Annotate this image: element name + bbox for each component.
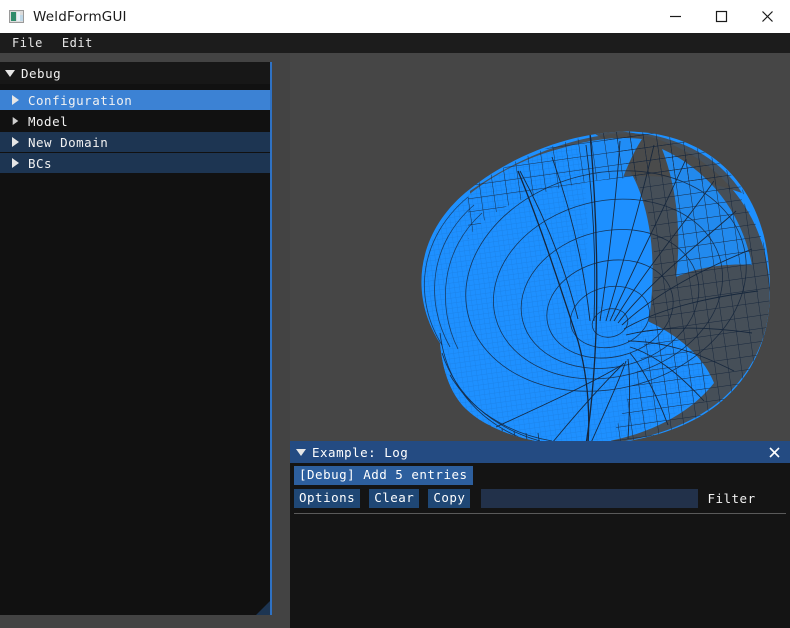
triangle-down-icon[interactable] — [296, 448, 306, 456]
triangle-right-icon[interactable] — [12, 137, 19, 147]
debug-panel[interactable]: Debug Configuration Model New Domain BCs — [0, 62, 272, 615]
log-window[interactable]: Example: Log [Debug] Add 5 entries Optio… — [290, 441, 790, 628]
sidebar-item-new-domain[interactable]: New Domain — [0, 132, 270, 152]
log-toolbar-row-top: [Debug] Add 5 entries — [294, 466, 786, 485]
resize-grip-icon[interactable] — [256, 601, 270, 615]
log-window-titlebar[interactable]: Example: Log — [290, 441, 790, 463]
clear-button[interactable]: Clear — [369, 489, 420, 508]
sidebar-item-label: BCs — [28, 155, 53, 171]
add-entries-button[interactable]: [Debug] Add 5 entries — [294, 466, 473, 485]
log-window-toolbar: [Debug] Add 5 entries Options Clear Copy… — [290, 463, 790, 508]
sidebar-item-label: Model — [28, 113, 69, 129]
menubar: File Edit — [0, 33, 790, 53]
maximize-icon[interactable] — [698, 0, 744, 33]
sidebar-item-label: New Domain — [28, 134, 109, 150]
window-title: WeldFormGUI — [33, 8, 127, 25]
sidebar-item-bcs[interactable]: BCs — [0, 153, 270, 173]
sidebar-item-label: Configuration — [28, 92, 133, 108]
triangle-right-icon[interactable] — [12, 158, 19, 168]
triangle-right-icon[interactable] — [12, 117, 19, 125]
workspace: Debug Configuration Model New Domain BCs… — [0, 53, 790, 628]
minimize-icon[interactable] — [652, 0, 698, 33]
filter-input[interactable] — [481, 489, 699, 508]
window-controls — [652, 0, 790, 33]
menu-item-file[interactable]: File — [5, 33, 50, 53]
triangle-right-icon[interactable] — [12, 95, 19, 105]
app-image-icon — [9, 10, 24, 23]
log-window-title: Example: Log — [312, 444, 409, 460]
options-button[interactable]: Options — [294, 489, 361, 508]
debug-panel-header[interactable]: Debug — [0, 62, 270, 84]
debug-panel-title: Debug — [21, 65, 62, 81]
filter-label: Filter — [707, 491, 756, 506]
application-window: WeldFormGUI File Edit Debug Configuratio… — [0, 0, 790, 628]
copy-button[interactable]: Copy — [428, 489, 471, 508]
triangle-down-icon[interactable] — [5, 69, 15, 77]
debug-tree-list: Configuration Model New Domain BCs — [0, 84, 270, 173]
sidebar-item-configuration[interactable]: Configuration — [0, 90, 270, 110]
menu-item-edit[interactable]: Edit — [55, 33, 100, 53]
close-icon[interactable] — [744, 0, 790, 33]
log-toolbar-row-bottom: Options Clear Copy Filter — [294, 489, 786, 508]
sidebar-item-model[interactable]: Model — [0, 111, 270, 131]
window-titlebar[interactable]: WeldFormGUI — [0, 0, 790, 33]
close-icon[interactable] — [764, 441, 784, 463]
log-entries-area[interactable] — [290, 514, 790, 628]
